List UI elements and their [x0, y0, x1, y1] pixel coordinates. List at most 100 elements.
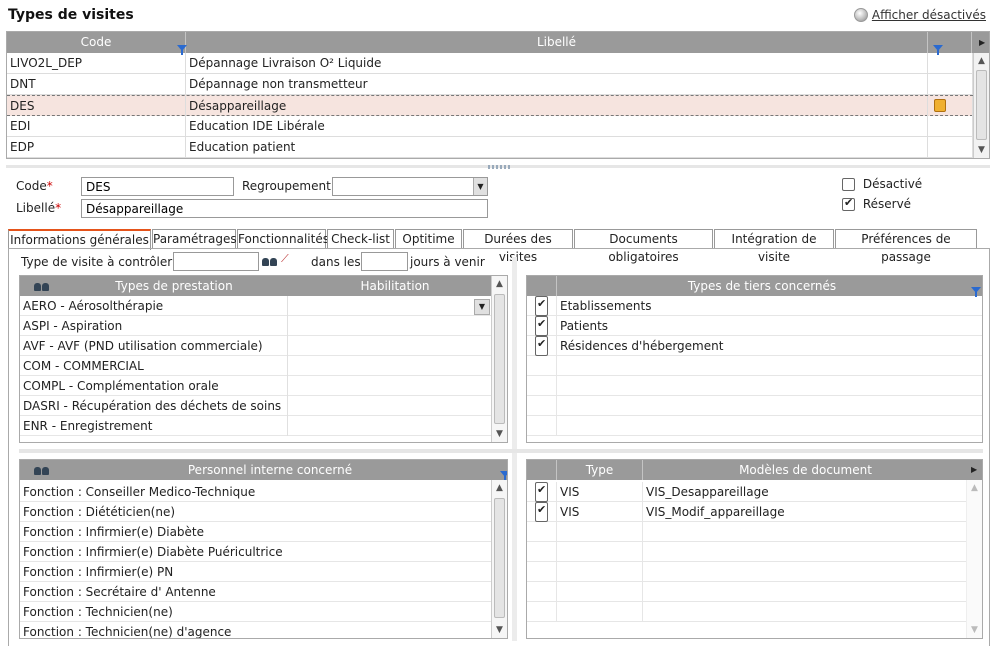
- filter-icon[interactable]: [971, 287, 981, 297]
- list-item[interactable]: Fonction : Infirmier(e) PN: [20, 562, 492, 582]
- tab-fonctionnalites[interactable]: Fonctionnalités: [237, 229, 329, 249]
- tab-informations-generales[interactable]: Informations générales: [8, 229, 151, 250]
- check-cell[interactable]: [527, 314, 557, 336]
- habilitation-cell[interactable]: [288, 316, 492, 336]
- list-item[interactable]: [527, 396, 982, 416]
- scroll-down-icon[interactable]: ▼: [492, 426, 507, 442]
- filter-icon[interactable]: [499, 471, 507, 481]
- list-item[interactable]: COMPL - Complémentation orale: [20, 376, 492, 396]
- list-item[interactable]: AVF - AVF (PND utilisation commerciale): [20, 336, 492, 356]
- list-item[interactable]: DASRI - Récupération des déchets de soin…: [20, 396, 492, 416]
- column-header-types-prestation[interactable]: Types de prestation: [50, 276, 298, 296]
- show-deactivated-label[interactable]: Afficher désactivés: [872, 8, 986, 22]
- scroll-up-icon[interactable]: ▲: [492, 480, 507, 496]
- splitter-grip[interactable]: [488, 165, 510, 169]
- list-item[interactable]: [527, 542, 967, 562]
- table-row[interactable]: LIVO2L_DEP Dépannage Livraison O² Liquide: [7, 53, 973, 74]
- tiers-checkbox[interactable]: [535, 334, 548, 356]
- check-cell[interactable]: [527, 542, 557, 562]
- scroll-thumb[interactable]: [494, 498, 505, 618]
- tab-durees-visites[interactable]: Durées des visites: [463, 229, 573, 264]
- check-cell[interactable]: [527, 582, 557, 602]
- list-item[interactable]: [527, 356, 982, 376]
- binoculars-icon[interactable]: [34, 466, 50, 476]
- table-row[interactable]: DES Désappareillage: [7, 95, 973, 117]
- column-header-type[interactable]: Type: [557, 460, 643, 480]
- check-cell[interactable]: [527, 356, 557, 376]
- tab-check-list[interactable]: Check-list: [327, 229, 394, 249]
- binoculars-icon[interactable]: [34, 282, 50, 292]
- habilitation-cell[interactable]: [288, 416, 492, 436]
- scroll-thumb[interactable]: [976, 70, 987, 140]
- habilitation-cell[interactable]: [288, 336, 492, 356]
- list-item[interactable]: VISVIS_Desappareillage: [527, 480, 967, 502]
- scroll-up-icon[interactable]: ▲: [974, 53, 989, 69]
- tab-optitime[interactable]: Optitime: [395, 229, 462, 249]
- check-cell[interactable]: [527, 522, 557, 542]
- scroll-up-icon[interactable]: ▲: [492, 276, 507, 292]
- list-item[interactable]: Fonction : Secrétaire d' Antenne: [20, 582, 492, 602]
- list-item[interactable]: [527, 522, 967, 542]
- show-deactivated-link[interactable]: Afficher désactivés: [853, 8, 986, 22]
- doc-checkbox[interactable]: [535, 480, 548, 502]
- chevron-right-icon[interactable]: ▶: [971, 460, 977, 480]
- habilitation-cell[interactable]: [288, 296, 492, 316]
- list-item[interactable]: AERO - Aérosolthérapie: [20, 296, 492, 316]
- column-header-check[interactable]: [527, 276, 557, 296]
- table-row[interactable]: EDP Education patient: [7, 137, 973, 158]
- check-cell[interactable]: [527, 562, 557, 582]
- check-cell[interactable]: [527, 500, 557, 522]
- check-cell[interactable]: [527, 396, 557, 416]
- list-item[interactable]: Fonction : Technicien(ne) d'agence: [20, 622, 492, 638]
- list-item[interactable]: Fonction : Infirmier(e) Diabète: [20, 522, 492, 542]
- scroll-down-icon[interactable]: ▼: [974, 142, 989, 158]
- habilitation-cell[interactable]: [288, 396, 492, 416]
- check-cell[interactable]: [527, 294, 557, 316]
- table-row[interactable]: DNT Dépannage non transmetteur: [7, 74, 973, 95]
- tiers-checkbox[interactable]: [535, 314, 548, 336]
- tab-parametrages[interactable]: Paramétrages: [152, 229, 237, 249]
- doc-checkbox[interactable]: [535, 500, 548, 522]
- binoculars-icon[interactable]: [262, 257, 278, 267]
- list-item[interactable]: Fonction : Conseiller Medico-Technique: [20, 482, 492, 502]
- reserve-checkbox[interactable]: [842, 196, 855, 211]
- check-cell[interactable]: [527, 480, 557, 502]
- column-header-label[interactable]: Libellé: [186, 32, 928, 53]
- regroupement-select[interactable]: ▼: [332, 177, 488, 196]
- check-cell[interactable]: [527, 416, 557, 436]
- list-item[interactable]: [527, 582, 967, 602]
- scroll-down-icon[interactable]: ▼: [492, 622, 507, 638]
- code-input[interactable]: [81, 177, 234, 196]
- habilitation-cell[interactable]: [288, 376, 492, 396]
- list-item[interactable]: [527, 562, 967, 582]
- column-header-check[interactable]: [527, 460, 557, 480]
- desactive-checkbox[interactable]: [842, 178, 855, 191]
- grid-scrollbar[interactable]: ▲ ▼: [973, 53, 989, 158]
- check-cell[interactable]: [527, 334, 557, 356]
- list-item[interactable]: [527, 416, 982, 436]
- list-item[interactable]: Fonction : Diététicien(ne): [20, 502, 492, 522]
- scroll-up-icon[interactable]: ▲: [967, 480, 982, 496]
- list-item[interactable]: Résidences d'hébergement: [527, 334, 982, 356]
- list-item[interactable]: Etablissements: [527, 294, 982, 316]
- chevron-down-icon[interactable]: ▼: [473, 178, 487, 195]
- personnel-scrollbar[interactable]: ▲ ▼: [491, 480, 507, 638]
- jours-input[interactable]: [361, 252, 408, 271]
- habilitation-cell[interactable]: [288, 356, 492, 376]
- scroll-thumb[interactable]: [494, 294, 505, 424]
- type-visite-input[interactable]: [173, 252, 259, 271]
- list-item[interactable]: Fonction : Infirmier(e) Diabète Puéricul…: [20, 542, 492, 562]
- list-item[interactable]: [527, 376, 982, 396]
- documents-scrollbar[interactable]: ▲ ▼: [966, 480, 982, 638]
- check-cell[interactable]: [527, 602, 557, 622]
- chevron-right-icon[interactable]: ▶: [979, 32, 985, 53]
- table-row[interactable]: EDI Education IDE Libérale: [7, 116, 973, 137]
- eraser-icon[interactable]: ⟋: [281, 252, 289, 266]
- prestation-scrollbar[interactable]: ▲ ▼: [491, 276, 507, 442]
- reserve-checkbox-row[interactable]: Réservé: [842, 196, 911, 211]
- column-header-habilitation[interactable]: Habilitation: [298, 276, 492, 296]
- column-header-code[interactable]: Code: [7, 32, 186, 53]
- list-item[interactable]: Fonction : Technicien(ne): [20, 602, 492, 622]
- tab-integration-visite[interactable]: Intégration de visite: [714, 229, 834, 264]
- habilitation-dropdown[interactable]: ▼: [474, 299, 490, 315]
